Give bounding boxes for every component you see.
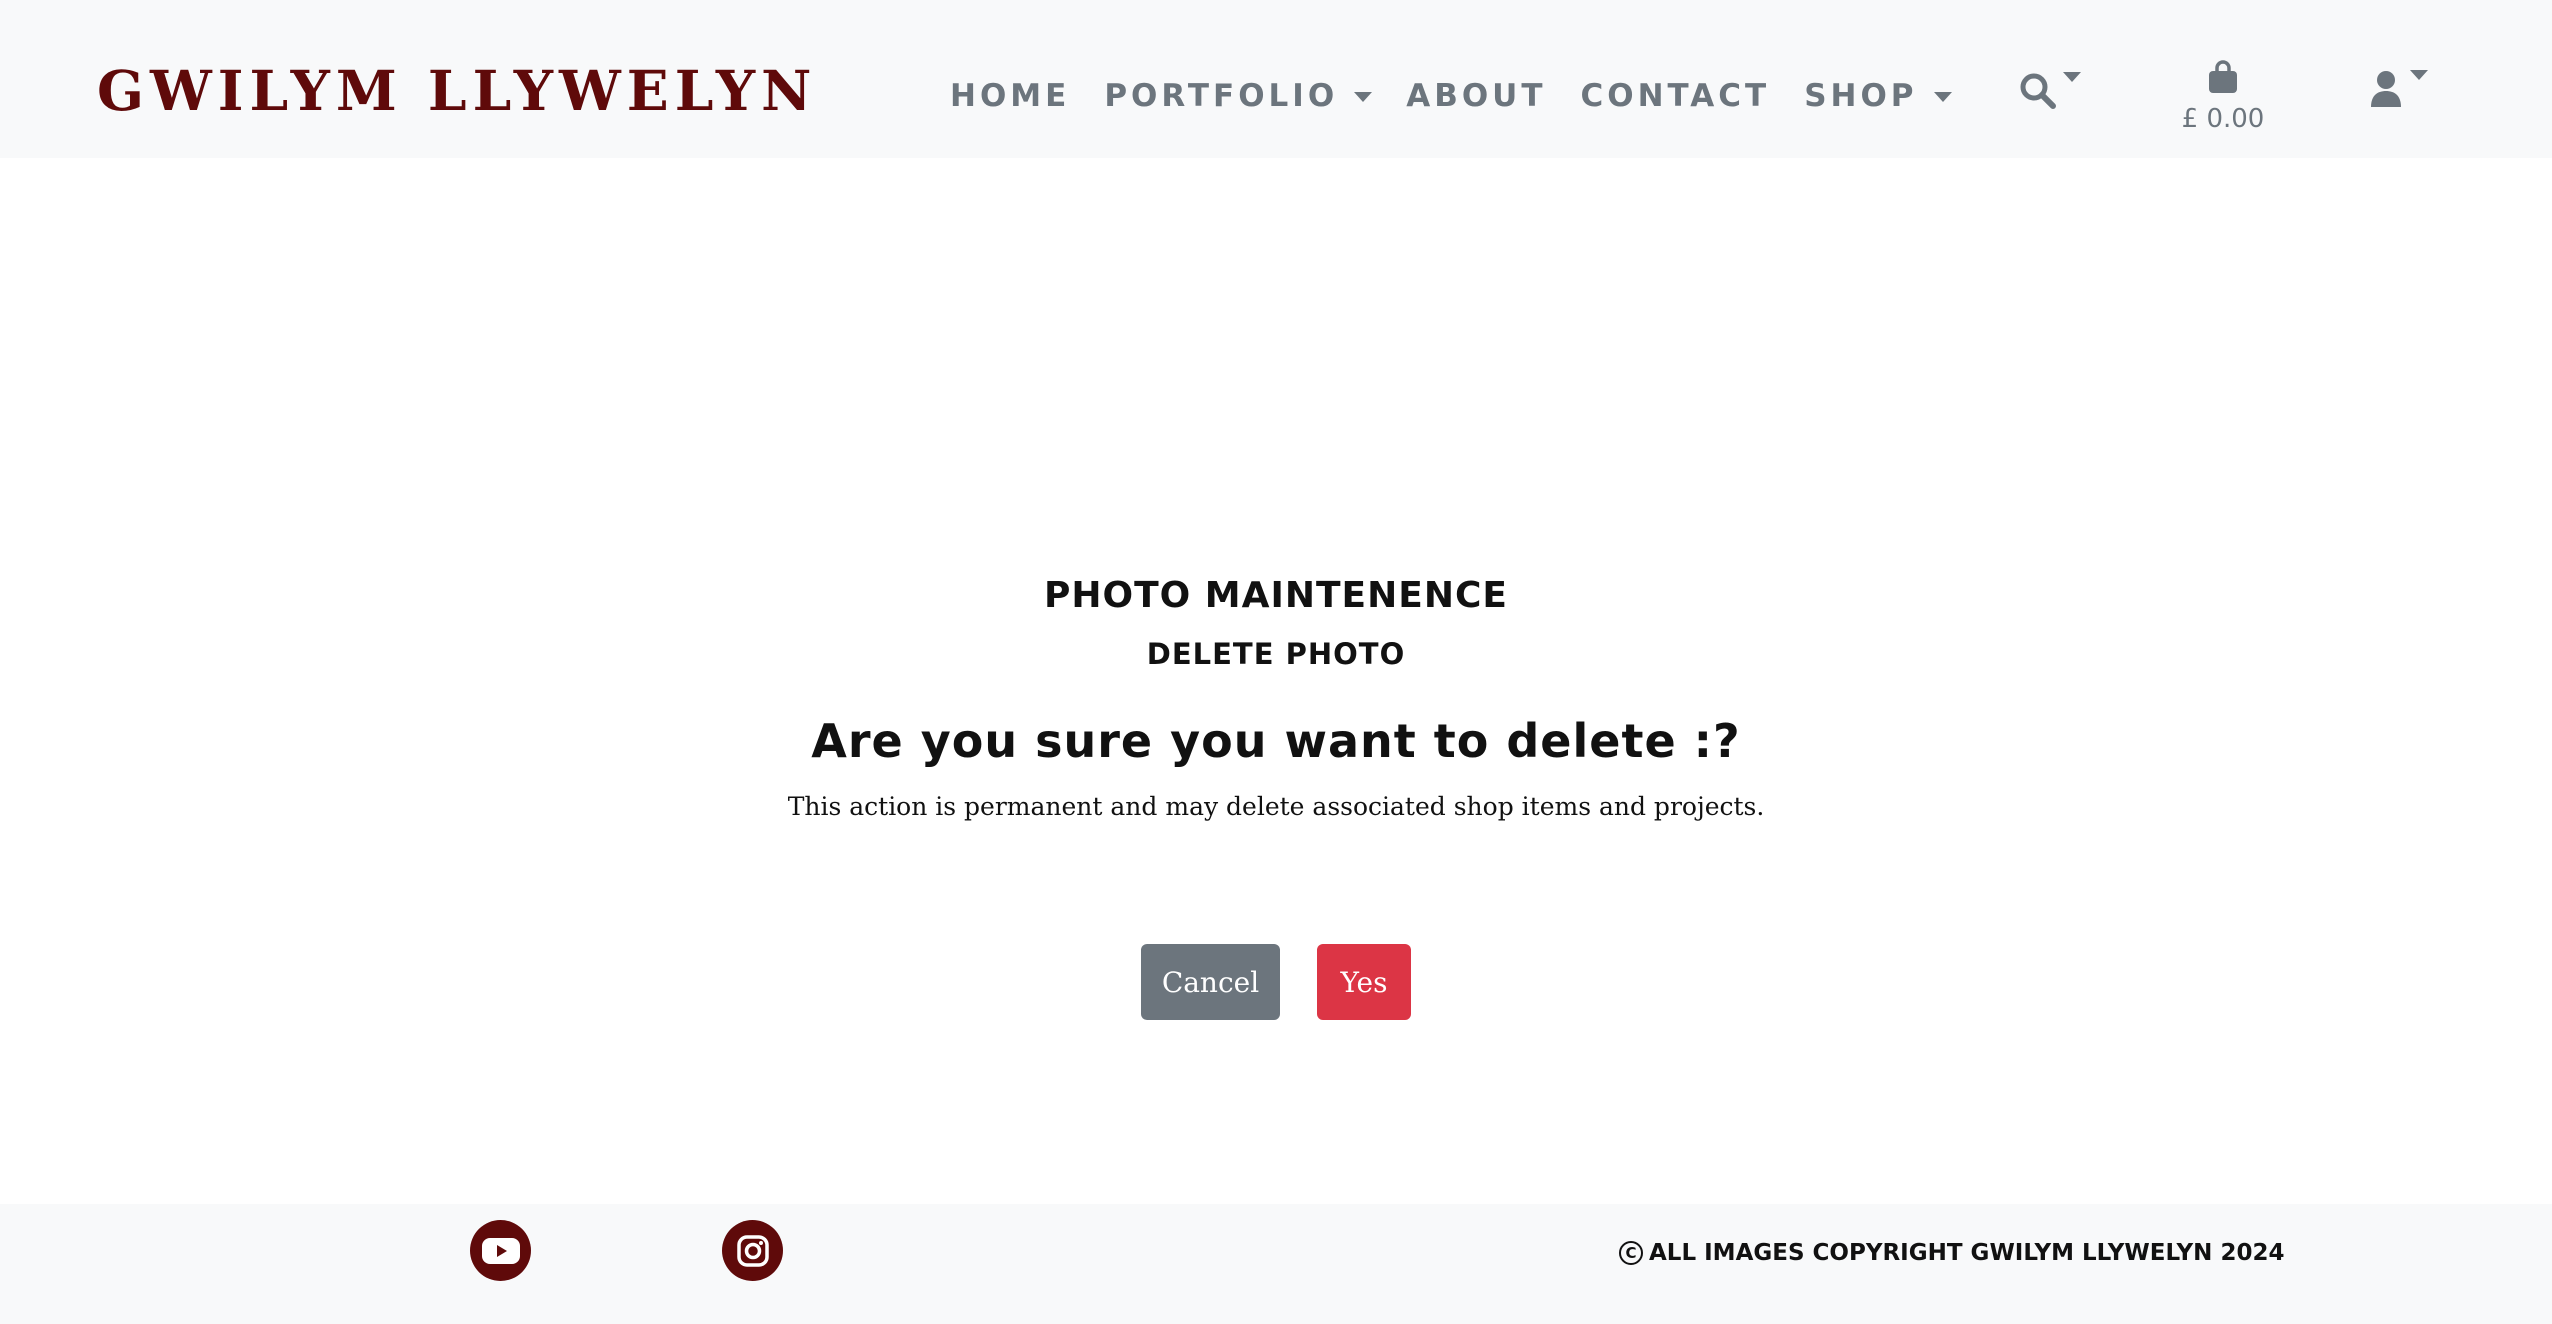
warning-text: This action is permanent and may delete … — [787, 792, 1765, 821]
shopping-bag-icon — [2209, 60, 2237, 93]
search-toggle[interactable] — [2019, 72, 2081, 114]
brand-logo[interactable]: GWILYM LLYWELYN — [97, 56, 817, 126]
user-icon — [2371, 71, 2401, 107]
nav-item-about[interactable]: ABOUT — [1406, 78, 1546, 114]
page-title: PHOTO MAINTENENCE — [1043, 575, 1509, 616]
nav-item-label: CONTACT — [1580, 78, 1771, 114]
copyright-notice: C ALL IMAGES COPYRIGHT GWILYM LLYWELYN 2… — [1619, 1240, 2284, 1266]
main-content: PHOTO MAINTENENCE DELETE PHOTO Are you s… — [0, 158, 2552, 1204]
nav-item-label: SHOP — [1804, 78, 1918, 114]
nav-item-home[interactable]: HOME — [950, 78, 1070, 114]
cart-button[interactable]: £ 0.00 — [2178, 60, 2268, 134]
nav-item-shop[interactable]: SHOP — [1804, 78, 1952, 114]
copyright-icon: C — [1619, 1241, 1643, 1265]
chevron-down-icon — [2410, 70, 2428, 80]
main-nav: HOME PORTFOLIO ABOUT CONTACT SHOP — [950, 68, 1986, 124]
search-icon — [2020, 73, 2056, 109]
nav-item-label: ABOUT — [1406, 78, 1547, 114]
account-menu[interactable] — [2370, 70, 2428, 112]
instagram-icon — [736, 1234, 769, 1267]
confirm-delete-button[interactable]: Yes — [1317, 944, 1411, 1020]
nav-item-contact[interactable]: CONTACT — [1581, 78, 1771, 114]
chevron-down-icon — [2063, 72, 2081, 82]
cancel-button[interactable]: Cancel — [1141, 944, 1280, 1020]
youtube-link[interactable] — [470, 1220, 531, 1281]
page-subtitle: DELETE PHOTO — [1146, 637, 1406, 671]
instagram-link[interactable] — [722, 1220, 783, 1281]
copyright-text: ALL IMAGES COPYRIGHT GWILYM LLYWELYN 202… — [1649, 1240, 2285, 1266]
nav-item-portfolio[interactable]: PORTFOLIO — [1104, 78, 1373, 114]
cart-total: £ 0.00 — [2181, 104, 2265, 134]
site-header: GWILYM LLYWELYN HOME PORTFOLIO ABOUT CON… — [0, 0, 2552, 158]
youtube-icon — [481, 1237, 520, 1264]
chevron-down-icon — [1354, 92, 1373, 102]
nav-item-label: HOME — [950, 78, 1071, 114]
confirm-question: Are you sure you want to delete :? — [811, 714, 1741, 768]
site-footer: C ALL IMAGES COPYRIGHT GWILYM LLYWELYN 2… — [0, 1204, 2552, 1324]
nav-item-label: PORTFOLIO — [1104, 78, 1339, 114]
chevron-down-icon — [1933, 92, 1952, 102]
